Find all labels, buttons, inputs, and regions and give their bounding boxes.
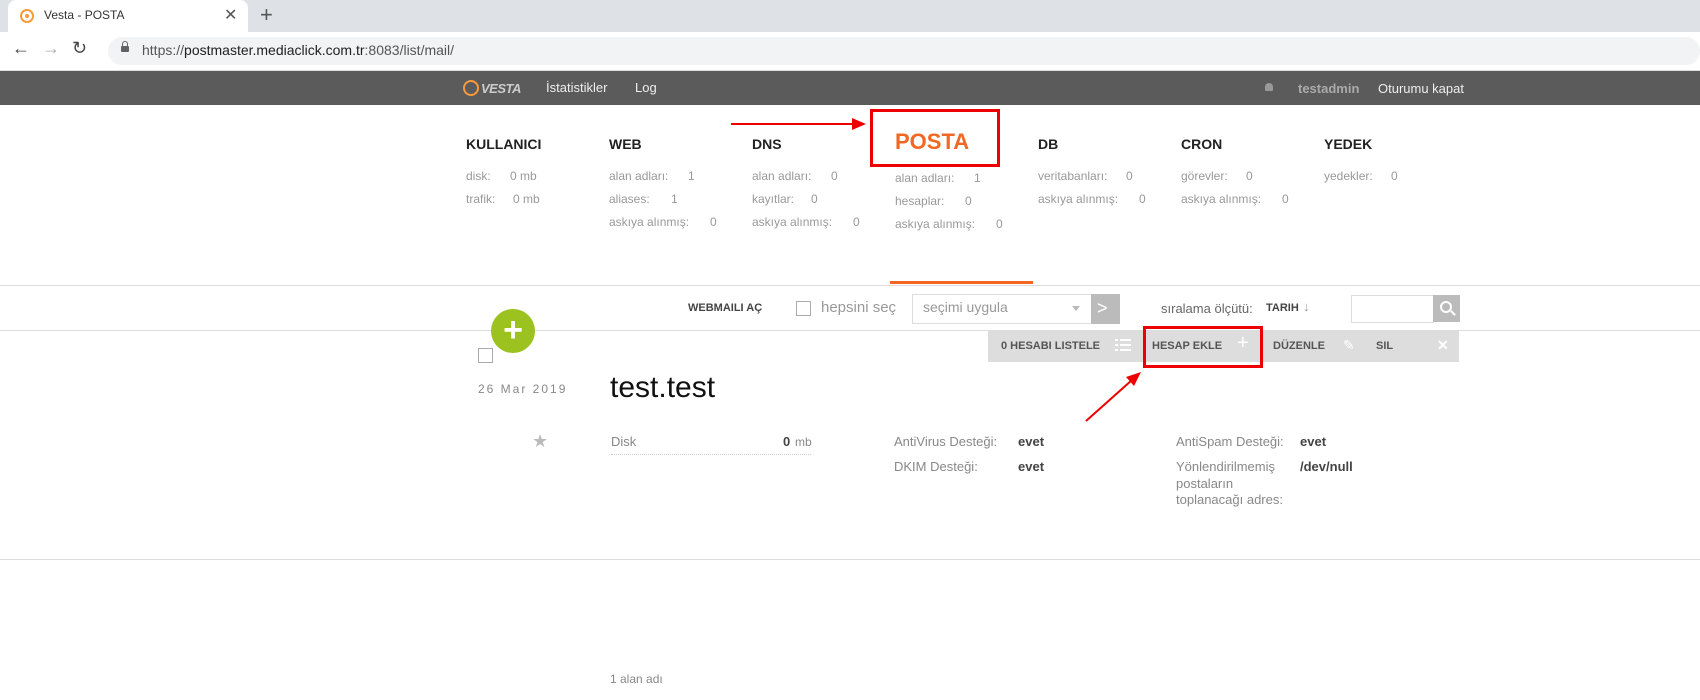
annotation-arrow-to-posta [731,118,866,130]
annotation-arrows [731,118,1141,422]
annotation-arrow-to-hesap-ekle [1085,372,1141,422]
